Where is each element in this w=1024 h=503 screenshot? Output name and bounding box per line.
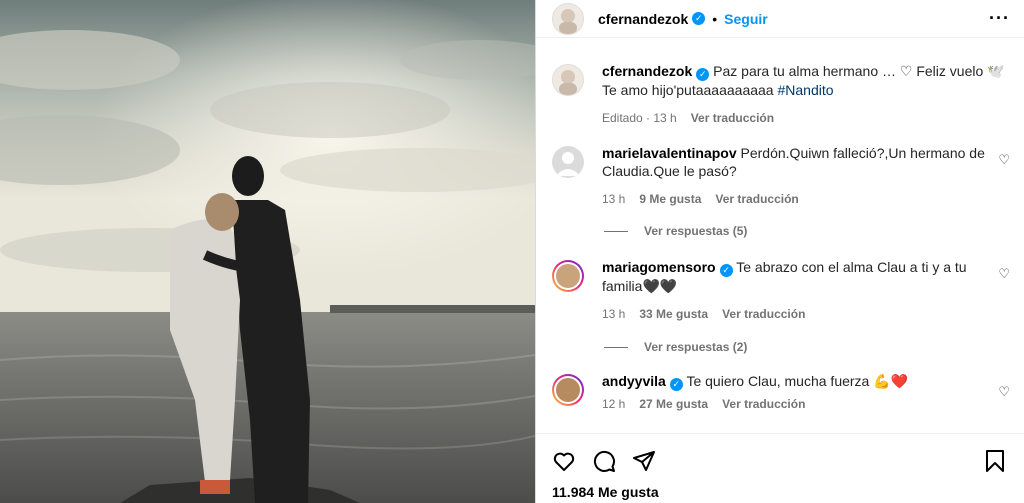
caption-meta: Editado · 13 h Ver traducción: [602, 111, 1008, 125]
comment-likes[interactable]: 9 Me gusta: [639, 192, 701, 206]
like-comment-icon[interactable]: ♡: [998, 384, 1010, 400]
comment-author[interactable]: marielavalentinapov: [602, 145, 737, 161]
separator-dot: •: [712, 10, 718, 27]
caption: cfernandezok ✓ Paz para tu alma hermano ……: [536, 62, 1024, 125]
translate-link[interactable]: Ver traducción: [722, 397, 805, 411]
follow-button[interactable]: Seguir: [724, 11, 768, 27]
action-icons: [536, 434, 1024, 478]
comment-item: marielavalentinapov Perdón.Quiwn falleci…: [536, 144, 1024, 206]
caption-author[interactable]: cfernandezok: [602, 63, 692, 79]
post-side-panel: cfernandezok ✓ • Seguir ··· cfernandezok…: [535, 0, 1024, 503]
avatar[interactable]: [552, 260, 584, 292]
comment-meta: 13 h 33 Me gusta Ver traducción: [602, 307, 1008, 321]
post-actions: 11.984 Me gusta: [536, 433, 1024, 503]
avatar-inner: [554, 262, 582, 290]
avatar[interactable]: [552, 64, 584, 96]
replies-line: [604, 346, 628, 348]
comment-time: 12 h: [602, 397, 626, 411]
default-avatar-icon: [556, 152, 580, 176]
avatar[interactable]: [552, 374, 584, 406]
avatar-image: [559, 8, 577, 34]
like-comment-icon[interactable]: ♡: [998, 152, 1010, 168]
comment-author[interactable]: mariagomensoro: [602, 259, 716, 275]
comment-time: 13 h: [602, 307, 626, 321]
like-comment-icon[interactable]: ♡: [998, 266, 1010, 282]
avatar-image: [556, 378, 580, 402]
comment-item: mariagomensoro ✓ Te abrazo con el alma Cl…: [536, 258, 1024, 321]
likes-count[interactable]: 11.984 Me gusta: [536, 478, 1024, 500]
view-replies-button[interactable]: Ver respuestas (2): [604, 340, 747, 354]
comment-text: Te quiero Clau, mucha fuerza 💪❤️: [686, 373, 909, 389]
comment-text-block: marielavalentinapov Perdón.Quiwn falleci…: [602, 144, 1008, 180]
comment-meta: 13 h 9 Me gusta Ver traducción: [602, 192, 1008, 206]
post-image: [0, 0, 535, 503]
caption-text-block: cfernandezok ✓ Paz para tu alma hermano ……: [602, 62, 1008, 99]
comments-list[interactable]: cfernandezok ✓ Paz para tu alma hermano ……: [536, 50, 1024, 432]
verified-icon: ✓: [719, 264, 733, 277]
heart-icon[interactable]: [552, 447, 592, 475]
comment-likes[interactable]: 33 Me gusta: [639, 307, 708, 321]
share-icon[interactable]: [632, 447, 672, 475]
avatar-image: [559, 70, 577, 95]
post-photo[interactable]: [0, 0, 535, 503]
comment-author[interactable]: andyyvila: [602, 373, 666, 389]
comment-icon[interactable]: [592, 447, 632, 475]
bookmark-icon[interactable]: [984, 447, 1008, 475]
comment-text-block: mariagomensoro ✓ Te abrazo con el alma Cl…: [602, 258, 1008, 295]
hashtag-link[interactable]: #Nandito: [777, 82, 833, 98]
translate-link[interactable]: Ver traducción: [722, 307, 805, 321]
more-options-icon[interactable]: ···: [989, 8, 1010, 29]
translate-link[interactable]: Ver traducción: [691, 111, 774, 125]
avatar[interactable]: [552, 146, 584, 178]
translate-link[interactable]: Ver traducción: [715, 192, 798, 206]
view-replies-label: Ver respuestas (2): [644, 340, 748, 354]
comment-item: andyyvila ✓ Te quiero Clau, mucha fuerza …: [536, 372, 1024, 411]
avatar[interactable]: [552, 2, 584, 35]
verified-icon: ✓: [669, 378, 683, 391]
post-header: cfernandezok ✓ • Seguir ···: [536, 0, 1024, 38]
comment-time: 13 h: [602, 192, 626, 206]
caption-time: Editado · 13 h: [602, 111, 677, 125]
comment-text-block: andyyvila ✓ Te quiero Clau, mucha fuerza …: [602, 372, 1008, 391]
view-replies-button[interactable]: Ver respuestas (5): [604, 224, 747, 238]
view-replies-label: Ver respuestas (5): [644, 224, 748, 238]
verified-icon: ✓: [692, 12, 706, 25]
avatar-image: [556, 264, 580, 288]
replies-line: [604, 230, 628, 232]
verified-icon: ✓: [696, 68, 710, 81]
comment-likes[interactable]: 27 Me gusta: [639, 397, 708, 411]
comment-meta: 12 h 27 Me gusta Ver traducción: [602, 397, 1008, 411]
avatar-inner: [554, 376, 582, 404]
post-author[interactable]: cfernandezok: [598, 11, 688, 27]
